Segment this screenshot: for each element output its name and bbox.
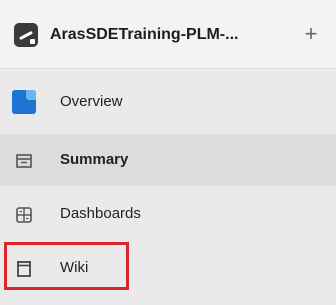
project-header[interactable]: ArasSDETraining-PLM-... + <box>0 0 336 69</box>
project-logo-icon <box>14 23 38 47</box>
project-sidebar: ArasSDETraining-PLM-... + Overview Summa… <box>0 0 336 305</box>
dashboards-icon <box>16 207 32 223</box>
summary-icon <box>16 154 32 168</box>
project-name[interactable]: ArasSDETraining-PLM-... <box>50 24 238 46</box>
nav-item-label: Dashboards <box>60 205 141 222</box>
overview-icon <box>12 90 36 114</box>
nav-item-summary[interactable]: Summary <box>0 134 336 186</box>
nav-item-label: Overview <box>60 93 123 110</box>
nav-item-overview[interactable]: Overview <box>0 76 336 128</box>
overview-icon-corner <box>26 90 36 100</box>
nav-item-label: Summary <box>60 151 129 168</box>
add-icon[interactable]: + <box>297 20 325 48</box>
wiki-highlight-box <box>4 242 129 290</box>
nav-item-dashboards[interactable]: Dashboards <box>0 188 336 240</box>
project-logo-dot <box>30 39 35 44</box>
